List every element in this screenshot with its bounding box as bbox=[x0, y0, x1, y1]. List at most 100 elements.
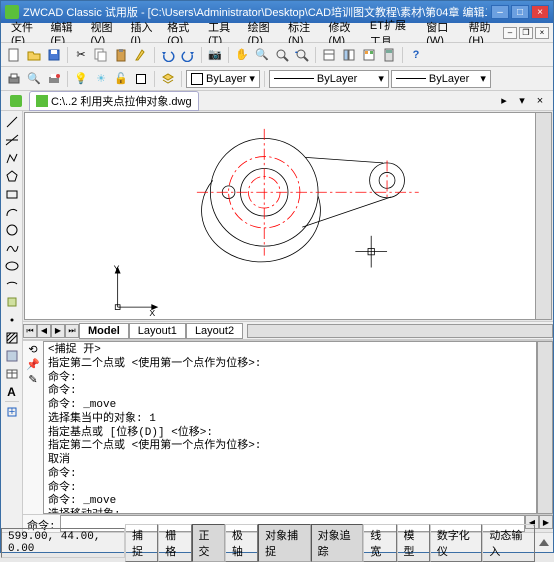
block-icon[interactable] bbox=[3, 293, 21, 310]
menubar: 文件(F) 编辑(E) 视图(V) 插入(I) 格式(O) 工具(T) 绘图(D… bbox=[1, 23, 553, 43]
chevron-down-icon: ▾ bbox=[249, 72, 255, 85]
preview-icon[interactable]: 🔍 bbox=[25, 70, 43, 88]
save-icon[interactable] bbox=[45, 46, 63, 64]
status-dyn[interactable]: 动态输入 bbox=[482, 524, 535, 562]
pline-icon[interactable] bbox=[3, 149, 21, 166]
vertical-scrollbar[interactable] bbox=[535, 113, 551, 319]
layer-color-icon[interactable] bbox=[132, 70, 150, 88]
zoom-window-icon[interactable] bbox=[273, 46, 291, 64]
open-icon[interactable] bbox=[25, 46, 43, 64]
cut-icon[interactable]: ✂ bbox=[72, 46, 90, 64]
tab-last-icon[interactable]: ⏭ bbox=[65, 324, 79, 338]
command-scrollbar[interactable] bbox=[537, 341, 553, 514]
tab-layout1[interactable]: Layout1 bbox=[129, 323, 186, 339]
redo-icon[interactable] bbox=[179, 46, 197, 64]
table-icon[interactable] bbox=[3, 365, 21, 382]
arc-icon[interactable] bbox=[3, 203, 21, 220]
status-tray-icon[interactable] bbox=[539, 539, 549, 546]
point-icon[interactable] bbox=[3, 311, 21, 328]
weight-preview bbox=[396, 78, 426, 79]
chevron-down-icon: ▾ bbox=[378, 72, 384, 85]
help-icon[interactable]: ? bbox=[407, 46, 425, 64]
undo-icon[interactable] bbox=[159, 46, 177, 64]
mdi-close-button[interactable]: × bbox=[535, 27, 549, 39]
zoom-prev-icon[interactable] bbox=[293, 46, 311, 64]
layout-tabs: ⏮ ◀ ▶ ⏭ Model Layout1 Layout2 bbox=[23, 321, 553, 339]
linetype-value: ByLayer bbox=[317, 73, 357, 85]
coordinates-display[interactable]: 599.00, 44.00, 0.00 bbox=[1, 528, 125, 558]
copy-icon[interactable] bbox=[92, 46, 110, 64]
color-value: ByLayer bbox=[206, 73, 246, 85]
tab-next-icon[interactable]: ▶ bbox=[51, 324, 65, 338]
hatch-icon[interactable] bbox=[3, 329, 21, 346]
lineweight-dropdown[interactable]: ByLayer ▾ bbox=[391, 70, 491, 88]
polygon-icon[interactable] bbox=[3, 167, 21, 184]
command-history[interactable]: <捕捉 开> 指定第二个点或 <使用第一个点作为位移>: 命令: 命令: 命令:… bbox=[43, 341, 537, 514]
lineweight-value: ByLayer bbox=[429, 73, 469, 85]
status-model[interactable]: 模型 bbox=[397, 524, 430, 562]
maximize-button[interactable]: □ bbox=[511, 5, 529, 19]
layer-on-icon[interactable]: 💡 bbox=[72, 70, 90, 88]
chevron-down-icon[interactable]: ▾ bbox=[515, 94, 529, 108]
circle-icon[interactable] bbox=[3, 221, 21, 238]
pan-icon[interactable]: ✋ bbox=[233, 46, 251, 64]
tab-model[interactable]: Model bbox=[79, 323, 129, 339]
xline-icon[interactable] bbox=[3, 131, 21, 148]
line-icon[interactable] bbox=[3, 113, 21, 130]
close-tab-icon[interactable]: × bbox=[533, 94, 547, 108]
mdi-minimize-button[interactable]: – bbox=[503, 27, 517, 39]
region-icon[interactable] bbox=[3, 347, 21, 364]
color-dropdown[interactable]: ByLayer ▾ bbox=[186, 70, 260, 88]
cmd-right-icon[interactable]: ▶ bbox=[539, 515, 553, 529]
design-center-icon[interactable] bbox=[340, 46, 358, 64]
mdi-restore-button[interactable]: ❐ bbox=[519, 27, 533, 39]
status-polar[interactable]: 极轴 bbox=[225, 524, 258, 562]
calc-icon[interactable] bbox=[380, 46, 398, 64]
tab-first-icon[interactable]: ⏮ bbox=[23, 324, 37, 338]
match-icon[interactable] bbox=[132, 46, 150, 64]
separator bbox=[201, 47, 202, 63]
layer-manager-icon[interactable] bbox=[159, 70, 177, 88]
publish-icon[interactable] bbox=[45, 70, 63, 88]
status-ortho[interactable]: 正交 bbox=[192, 524, 225, 562]
freeze-icon[interactable]: ☀ bbox=[92, 70, 110, 88]
tab-prev-icon[interactable]: ◀ bbox=[37, 324, 51, 338]
separator bbox=[67, 47, 68, 63]
zw-logo-icon[interactable] bbox=[7, 92, 25, 110]
document-tab[interactable]: C:\..2 利用夹点拉伸对象.dwg bbox=[29, 91, 199, 111]
paste-icon[interactable] bbox=[112, 46, 130, 64]
camera-icon[interactable]: 📷 bbox=[206, 46, 224, 64]
lock-icon[interactable]: 🔓 bbox=[112, 70, 130, 88]
text-icon[interactable]: A bbox=[3, 383, 21, 400]
svg-text:+: + bbox=[8, 406, 14, 418]
linetype-dropdown[interactable]: ByLayer ▾ bbox=[269, 70, 389, 88]
status-otrack[interactable]: 对象追踪 bbox=[311, 524, 364, 562]
tool-palette-icon[interactable] bbox=[360, 46, 378, 64]
add-selected-icon[interactable]: + bbox=[3, 403, 21, 420]
properties-icon[interactable] bbox=[320, 46, 338, 64]
horizontal-scrollbar[interactable] bbox=[247, 324, 553, 338]
command-icons: ⟲ 📌 ✎ bbox=[23, 341, 43, 514]
cmd-pin-icon[interactable]: 📌 bbox=[26, 358, 40, 371]
status-tablet[interactable]: 数字化仪 bbox=[430, 524, 483, 562]
status-grid[interactable]: 栅格 bbox=[158, 524, 191, 562]
close-button[interactable]: × bbox=[531, 5, 549, 19]
ellipse-icon[interactable] bbox=[3, 257, 21, 274]
ellipse-arc-icon[interactable] bbox=[3, 275, 21, 292]
separator bbox=[5, 401, 19, 402]
spline-icon[interactable] bbox=[3, 239, 21, 256]
rect-icon[interactable] bbox=[3, 185, 21, 202]
status-snap[interactable]: 捕捉 bbox=[125, 524, 158, 562]
tab-menu-icon[interactable]: ▸ bbox=[497, 94, 511, 108]
status-osnap[interactable]: 对象捕捉 bbox=[258, 524, 311, 562]
print-icon[interactable] bbox=[5, 70, 23, 88]
tab-layout2[interactable]: Layout2 bbox=[186, 323, 243, 339]
standard-toolbar: ✂ 📷 ✋ 🔍 ? bbox=[1, 43, 553, 67]
status-lwt[interactable]: 线宽 bbox=[363, 524, 396, 562]
separator bbox=[264, 71, 265, 87]
new-icon[interactable] bbox=[5, 46, 23, 64]
zoom-realtime-icon[interactable]: 🔍 bbox=[253, 46, 271, 64]
cmd-recent-icon[interactable]: ⟲ bbox=[28, 343, 37, 356]
drawing-canvas[interactable]: Y X bbox=[24, 112, 552, 320]
cmd-clear-icon[interactable]: ✎ bbox=[28, 373, 37, 386]
